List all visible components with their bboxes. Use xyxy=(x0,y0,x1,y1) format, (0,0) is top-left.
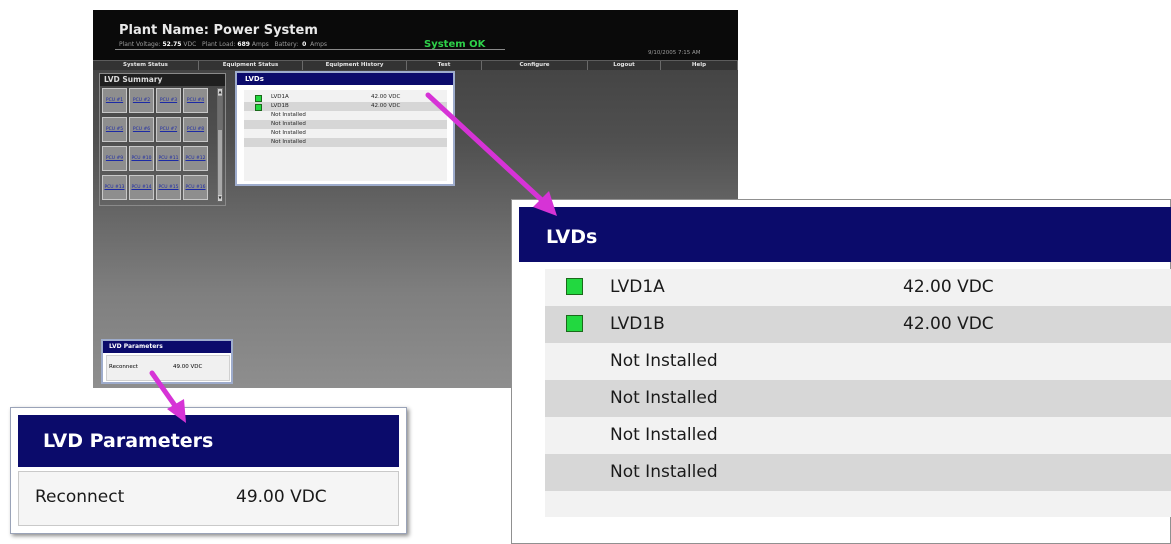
nav-equipment-status[interactable]: Equipment Status xyxy=(199,61,303,70)
lvd-parameters-panel-small: LVD Parameters Reconnect 49.00 VDC xyxy=(101,339,233,384)
lvd-row: LVD1A 42.00 VDC xyxy=(244,93,447,102)
scrollbar-thumb[interactable] xyxy=(218,96,222,130)
lvd-value: 42.00 VDC xyxy=(371,94,401,100)
reconnect-value: 49.00 VDC xyxy=(236,487,327,507)
plant-name: Plant Name: Power System xyxy=(119,23,318,38)
lvds-small-list: LVD1A 42.00 VDC LVD1B 42.00 VDC Not Inst… xyxy=(244,90,447,181)
lvd-row: Not Installed xyxy=(545,380,1171,417)
lvd-row: Not Installed xyxy=(244,129,447,138)
lvd-name: Not Installed xyxy=(271,139,306,145)
status-square-icon xyxy=(566,278,583,295)
pcu-link-15[interactable]: PCU #15 xyxy=(156,175,181,200)
plant-load-value: 689 xyxy=(237,41,250,48)
plant-load-unit: Amps xyxy=(251,41,269,48)
reconnect-label: Reconnect xyxy=(35,487,125,507)
lvd-parameters-body: Reconnect 49.00 VDC xyxy=(18,471,399,526)
lvds-small-title: LVDs xyxy=(237,73,453,85)
lvd-name: Not Installed xyxy=(610,388,718,408)
lvd-row: LVD1B 42.00 VDC xyxy=(545,306,1171,343)
lvds-list: LVD1A 42.00 VDC LVD1B 42.00 VDC Not Inst… xyxy=(545,269,1171,517)
lvd-summary-title: LVD Summary xyxy=(100,74,225,86)
lvd-parameters-small-title: LVD Parameters xyxy=(103,341,231,353)
lvd-name: Not Installed xyxy=(271,121,306,127)
lvd-name: Not Installed xyxy=(271,112,306,118)
lvd-value: 42.00 VDC xyxy=(371,103,401,109)
pcu-link-14[interactable]: PCU #14 xyxy=(129,175,154,200)
plant-voltage-unit: VDC xyxy=(183,41,197,48)
nav-configure[interactable]: Configure xyxy=(482,61,588,70)
pcu-link-10[interactable]: PCU #10 xyxy=(129,146,154,171)
pcu-link-16[interactable]: PCU #16 xyxy=(183,175,208,200)
reconnect-value: 49.00 VDC xyxy=(173,364,203,370)
lvd-row: Not Installed xyxy=(545,454,1171,491)
pcu-link-11[interactable]: PCU #11 xyxy=(156,146,181,171)
pcu-link-8[interactable]: PCU #8 xyxy=(183,117,208,142)
lvd-parameters-title: LVD Parameters xyxy=(18,415,399,467)
nav-test[interactable]: Test xyxy=(407,61,482,70)
status-square-icon xyxy=(255,104,262,111)
nav-logout[interactable]: Logout xyxy=(588,61,661,70)
pcu-link-2[interactable]: PCU #2 xyxy=(129,88,154,113)
battery-label: Battery: xyxy=(274,41,299,48)
pcu-link-13[interactable]: PCU #13 xyxy=(102,175,127,200)
lvd-value: 42.00 VDC xyxy=(903,277,994,297)
lvd-name: Not Installed xyxy=(610,462,718,482)
status-square-icon xyxy=(255,95,262,102)
lvd-row: Not Installed xyxy=(244,111,447,120)
lvd-parameters-callout: LVD Parameters Reconnect 49.00 VDC xyxy=(10,407,407,534)
system-status: System OK xyxy=(424,39,486,50)
date-time: 9/10/2005 7:15 AM xyxy=(648,50,701,56)
lvd-row: LVD1A 42.00 VDC xyxy=(545,269,1171,306)
main-nav: System Status Equipment Status Equipment… xyxy=(93,60,738,70)
battery-value: 0 xyxy=(302,41,307,48)
plant-metrics: Plant Voltage: 52.75 VDC Plant Load: 689… xyxy=(119,41,327,48)
lvd-name: LVD1A xyxy=(610,277,665,297)
nav-system-status[interactable]: System Status xyxy=(93,61,199,70)
status-square-icon xyxy=(566,315,583,332)
lvds-title: LVDs xyxy=(519,207,1171,262)
lvd-row: Not Installed xyxy=(545,417,1171,454)
pcu-link-3[interactable]: PCU #3 xyxy=(156,88,181,113)
lvd-value: 42.00 VDC xyxy=(903,314,994,334)
pcu-link-7[interactable]: PCU #7 xyxy=(156,117,181,142)
lvd-row: LVD1B 42.00 VDC xyxy=(244,102,447,111)
lvd-name: LVD1B xyxy=(271,103,289,109)
lvd-row: Not Installed xyxy=(244,138,447,147)
lvd-name: LVD1A xyxy=(271,94,289,100)
lvd-name: LVD1B xyxy=(610,314,665,334)
lvd-row: Not Installed xyxy=(244,120,447,129)
lvd-name: Not Installed xyxy=(610,425,718,445)
plant-voltage-label: Plant Voltage: xyxy=(119,41,161,48)
lvd-row: Not Installed xyxy=(545,343,1171,380)
nav-help[interactable]: Help xyxy=(661,61,738,70)
plant-load-label: Plant Load: xyxy=(202,41,236,48)
scroll-up-arrow-icon[interactable]: ▲ xyxy=(218,89,222,95)
lvd-summary-panel: LVD Summary PCU #1 PCU #2 PCU #3 PCU #4 … xyxy=(99,73,226,206)
reconnect-label: Reconnect xyxy=(109,364,138,370)
nav-equipment-history[interactable]: Equipment History xyxy=(303,61,407,70)
pcu-link-12[interactable]: PCU #12 xyxy=(183,146,208,171)
plant-voltage-value: 52.75 xyxy=(162,41,182,48)
lvd-name: Not Installed xyxy=(610,351,718,371)
pcu-link-9[interactable]: PCU #9 xyxy=(102,146,127,171)
pcu-link-4[interactable]: PCU #4 xyxy=(183,88,208,113)
lvds-callout: LVDs LVD1A 42.00 VDC LVD1B 42.00 VDC Not… xyxy=(511,199,1171,544)
lvd-name: Not Installed xyxy=(271,130,306,136)
battery-unit: Amps xyxy=(310,41,328,48)
pcu-link-1[interactable]: PCU #1 xyxy=(102,88,127,113)
app-header: Plant Name: Power System Plant Voltage: … xyxy=(93,10,738,60)
pcu-link-5[interactable]: PCU #5 xyxy=(102,117,127,142)
lvds-panel-small: LVDs LVD1A 42.00 VDC LVD1B 42.00 VDC Not… xyxy=(235,71,455,186)
pcu-scrollbar[interactable]: ▲ ▼ xyxy=(217,88,223,202)
scroll-down-arrow-icon[interactable]: ▼ xyxy=(218,195,222,201)
lvd-parameters-small-body: Reconnect 49.00 VDC xyxy=(106,355,230,381)
pcu-link-6[interactable]: PCU #6 xyxy=(129,117,154,142)
